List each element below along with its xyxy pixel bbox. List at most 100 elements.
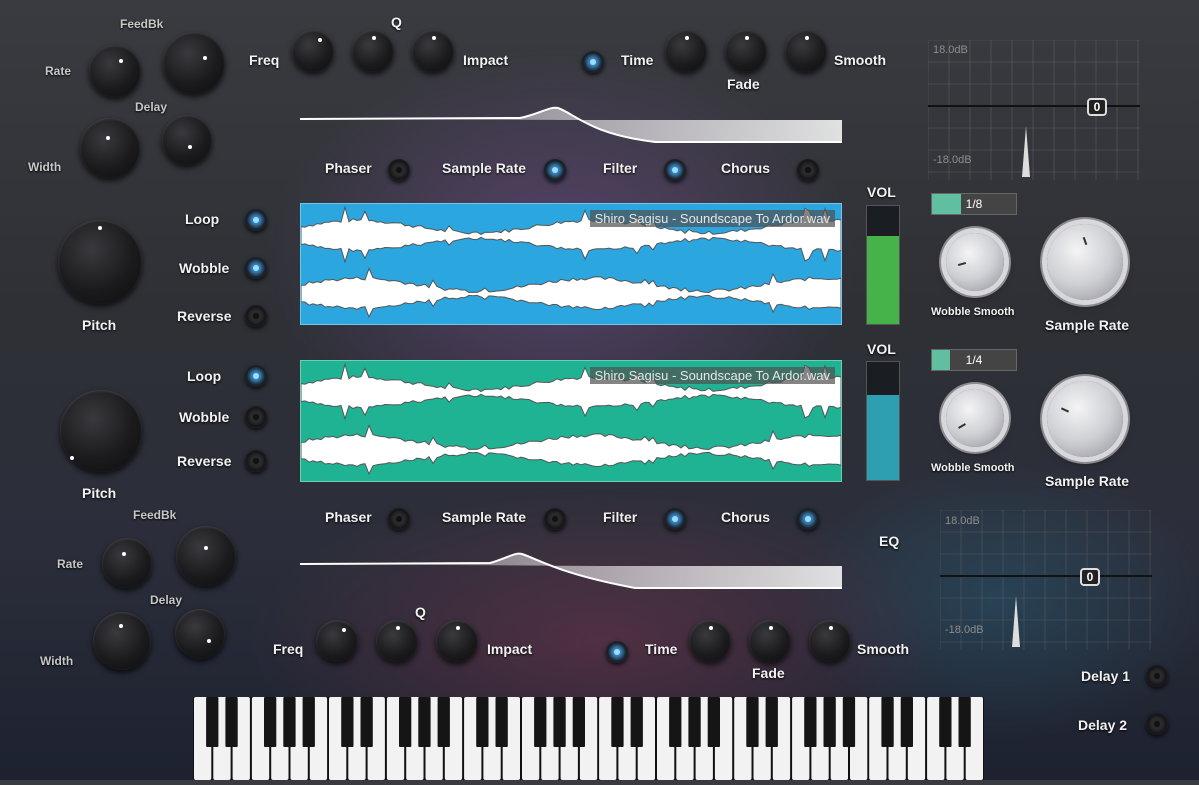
black-key[interactable] bbox=[669, 697, 682, 747]
black-key[interactable] bbox=[476, 697, 489, 747]
black-key[interactable] bbox=[572, 697, 585, 747]
black-key[interactable] bbox=[688, 697, 701, 747]
black-key[interactable] bbox=[225, 697, 238, 747]
pitch-knob-1[interactable] bbox=[58, 220, 142, 304]
loop-toggle-2[interactable] bbox=[245, 365, 267, 387]
wobble-toggle-1[interactable] bbox=[245, 257, 267, 279]
phaser-toggle-top[interactable] bbox=[388, 159, 410, 181]
wobble-smooth-knob-1[interactable] bbox=[946, 233, 1004, 291]
black-key[interactable] bbox=[495, 697, 508, 747]
feedback-knob-top[interactable] bbox=[163, 32, 225, 94]
rate-knob-bottom[interactable] bbox=[102, 538, 152, 588]
sample-rate-fx-toggle-bottom[interactable] bbox=[544, 508, 566, 530]
black-key[interactable] bbox=[958, 697, 971, 747]
eq-handle-top[interactable]: 0 bbox=[1087, 98, 1107, 116]
black-key[interactable] bbox=[534, 697, 547, 747]
black-key[interactable] bbox=[264, 697, 277, 747]
volume-meter-2[interactable] bbox=[866, 361, 900, 481]
rate-knob-top[interactable] bbox=[89, 45, 141, 97]
smooth-knob-top[interactable] bbox=[785, 30, 827, 72]
waveform-display-2[interactable]: Shiro Sagisu - Soundscape To Ardor.wav bbox=[300, 360, 842, 482]
pitch-knob-2[interactable] bbox=[60, 390, 142, 472]
wobble-smooth-knob-2[interactable] bbox=[946, 389, 1004, 447]
time-knob-top[interactable] bbox=[665, 30, 707, 72]
impact-label-top: Impact bbox=[463, 52, 509, 68]
black-key[interactable] bbox=[707, 697, 720, 747]
black-key[interactable] bbox=[283, 697, 296, 747]
reverse-toggle-1[interactable] bbox=[245, 305, 267, 327]
freq-knob-top[interactable] bbox=[292, 30, 334, 72]
eq-label: EQ bbox=[879, 533, 900, 549]
reverse-label-2: Reverse bbox=[177, 453, 232, 469]
impact-knob-bottom[interactable] bbox=[436, 620, 478, 662]
phaser-toggle-bottom[interactable] bbox=[388, 508, 410, 530]
black-key[interactable] bbox=[611, 697, 624, 747]
rate-label-bottom: Rate bbox=[57, 557, 84, 571]
time-sync-button-bottom[interactable] bbox=[606, 641, 628, 663]
delay2-toggle[interactable] bbox=[1146, 713, 1168, 735]
wobble-rate-1[interactable]: 1/8 bbox=[931, 193, 1017, 215]
black-key[interactable] bbox=[399, 697, 412, 747]
time-label-top: Time bbox=[621, 52, 654, 68]
delay-label-top: Delay bbox=[135, 100, 168, 114]
filter-toggle-top[interactable] bbox=[664, 159, 686, 181]
width-knob-top[interactable] bbox=[80, 118, 140, 178]
chorus-toggle-bottom[interactable] bbox=[797, 508, 819, 530]
q-knob-top[interactable] bbox=[352, 30, 394, 72]
width-knob-bottom[interactable] bbox=[93, 612, 151, 670]
wobble-label-1: Wobble bbox=[179, 260, 230, 276]
piano-keyboard[interactable] bbox=[193, 697, 984, 780]
freq-label-top: Freq bbox=[249, 52, 280, 68]
black-key[interactable] bbox=[823, 697, 836, 747]
black-key[interactable] bbox=[881, 697, 894, 747]
eq-min-label-bottom: -18.0dB bbox=[945, 624, 984, 636]
envelope-display-bottom[interactable] bbox=[300, 550, 842, 592]
sample-rate-knob-1[interactable] bbox=[1047, 224, 1123, 300]
sample-rate-knob-2[interactable] bbox=[1047, 381, 1123, 457]
impact-knob-top[interactable] bbox=[412, 30, 454, 72]
envelope-display-top[interactable] bbox=[300, 104, 842, 146]
black-key[interactable] bbox=[746, 697, 759, 747]
filter-toggle-bottom[interactable] bbox=[664, 508, 686, 530]
fade-knob-top[interactable] bbox=[725, 30, 767, 72]
feedback-knob-bottom[interactable] bbox=[176, 526, 236, 586]
waveform-display-1[interactable]: Shiro Sagisu - Soundscape To Ardor.wav bbox=[300, 203, 842, 325]
delay1-toggle[interactable] bbox=[1146, 665, 1168, 687]
loop-label-2: Loop bbox=[187, 368, 222, 384]
black-key[interactable] bbox=[418, 697, 431, 747]
black-key[interactable] bbox=[341, 697, 354, 747]
phaser-label-top: Phaser bbox=[325, 160, 372, 176]
black-key[interactable] bbox=[939, 697, 952, 747]
reverse-toggle-2[interactable] bbox=[245, 450, 267, 472]
eq-handle-bottom[interactable]: 0 bbox=[1080, 568, 1100, 586]
chorus-toggle-top[interactable] bbox=[797, 159, 819, 181]
black-key[interactable] bbox=[302, 697, 315, 747]
loop-toggle-1[interactable] bbox=[245, 209, 267, 231]
black-key[interactable] bbox=[437, 697, 450, 747]
black-key[interactable] bbox=[842, 697, 856, 747]
volume-meter-1[interactable] bbox=[866, 205, 900, 325]
wobble-label-2: Wobble bbox=[179, 409, 230, 425]
q-knob-bottom[interactable] bbox=[376, 620, 418, 662]
black-key[interactable] bbox=[360, 697, 373, 747]
fade-label-bottom: Fade bbox=[752, 665, 785, 681]
black-key[interactable] bbox=[553, 697, 566, 747]
time-sync-button-top[interactable] bbox=[582, 51, 604, 73]
fade-knob-bottom[interactable] bbox=[749, 620, 791, 662]
freq-knob-bottom[interactable] bbox=[316, 620, 358, 662]
loop-label-1: Loop bbox=[185, 211, 220, 227]
smooth-knob-bottom[interactable] bbox=[809, 620, 851, 662]
wobble-smooth-label-1: Wobble Smooth bbox=[931, 306, 1015, 318]
time-knob-bottom[interactable] bbox=[689, 620, 731, 662]
black-key[interactable] bbox=[206, 697, 219, 747]
delay-knob-top[interactable] bbox=[162, 115, 212, 165]
black-key[interactable] bbox=[630, 697, 643, 747]
black-key[interactable] bbox=[900, 697, 913, 747]
volume-level-2 bbox=[867, 395, 899, 480]
delay-knob-bottom[interactable] bbox=[175, 609, 225, 659]
sample-rate-fx-toggle-top[interactable] bbox=[544, 159, 566, 181]
wobble-toggle-2[interactable] bbox=[245, 406, 267, 428]
black-key[interactable] bbox=[804, 697, 817, 747]
wobble-rate-2[interactable]: 1/4 bbox=[931, 349, 1017, 371]
black-key[interactable] bbox=[765, 697, 778, 747]
